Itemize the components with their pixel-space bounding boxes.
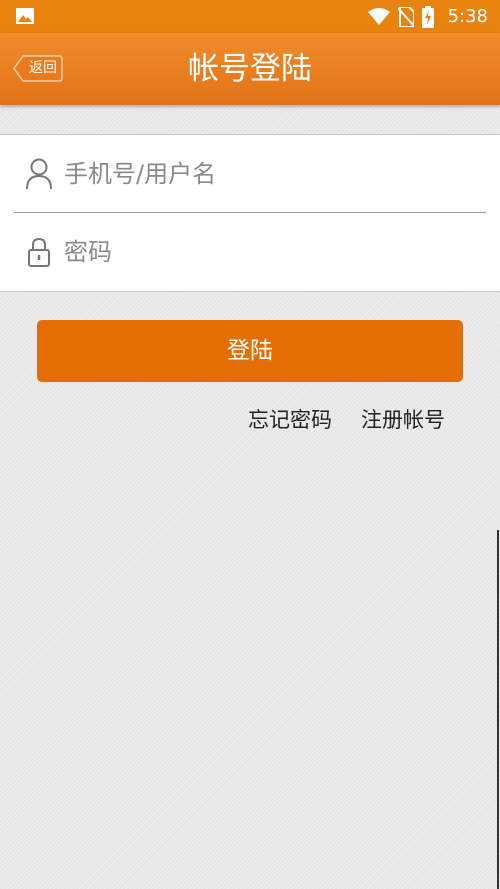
scrollbar[interactable] xyxy=(497,530,499,889)
page-title: 帐号登陆 xyxy=(188,51,312,87)
username-row xyxy=(0,135,500,213)
back-label: 返回 xyxy=(29,60,57,76)
app-bar: 返回 帐号登陆 xyxy=(0,33,500,105)
password-input[interactable] xyxy=(64,231,464,273)
username-input[interactable] xyxy=(64,153,464,195)
wifi-icon xyxy=(367,7,390,25)
user-icon xyxy=(26,158,52,190)
image-icon xyxy=(16,8,34,24)
no-sim-icon xyxy=(397,6,414,27)
forgot-password-link[interactable]: 忘记密码 xyxy=(248,403,332,437)
status-bar: 5:38 xyxy=(0,0,500,33)
lock-icon xyxy=(28,237,50,267)
login-form xyxy=(0,134,500,292)
register-link[interactable]: 注册帐号 xyxy=(361,403,445,437)
login-button[interactable]: 登陆 xyxy=(37,320,463,382)
password-row xyxy=(0,213,500,291)
back-button[interactable]: 返回 xyxy=(13,55,63,82)
battery-charging-icon xyxy=(421,5,434,28)
status-time: 5:38 xyxy=(447,6,488,27)
